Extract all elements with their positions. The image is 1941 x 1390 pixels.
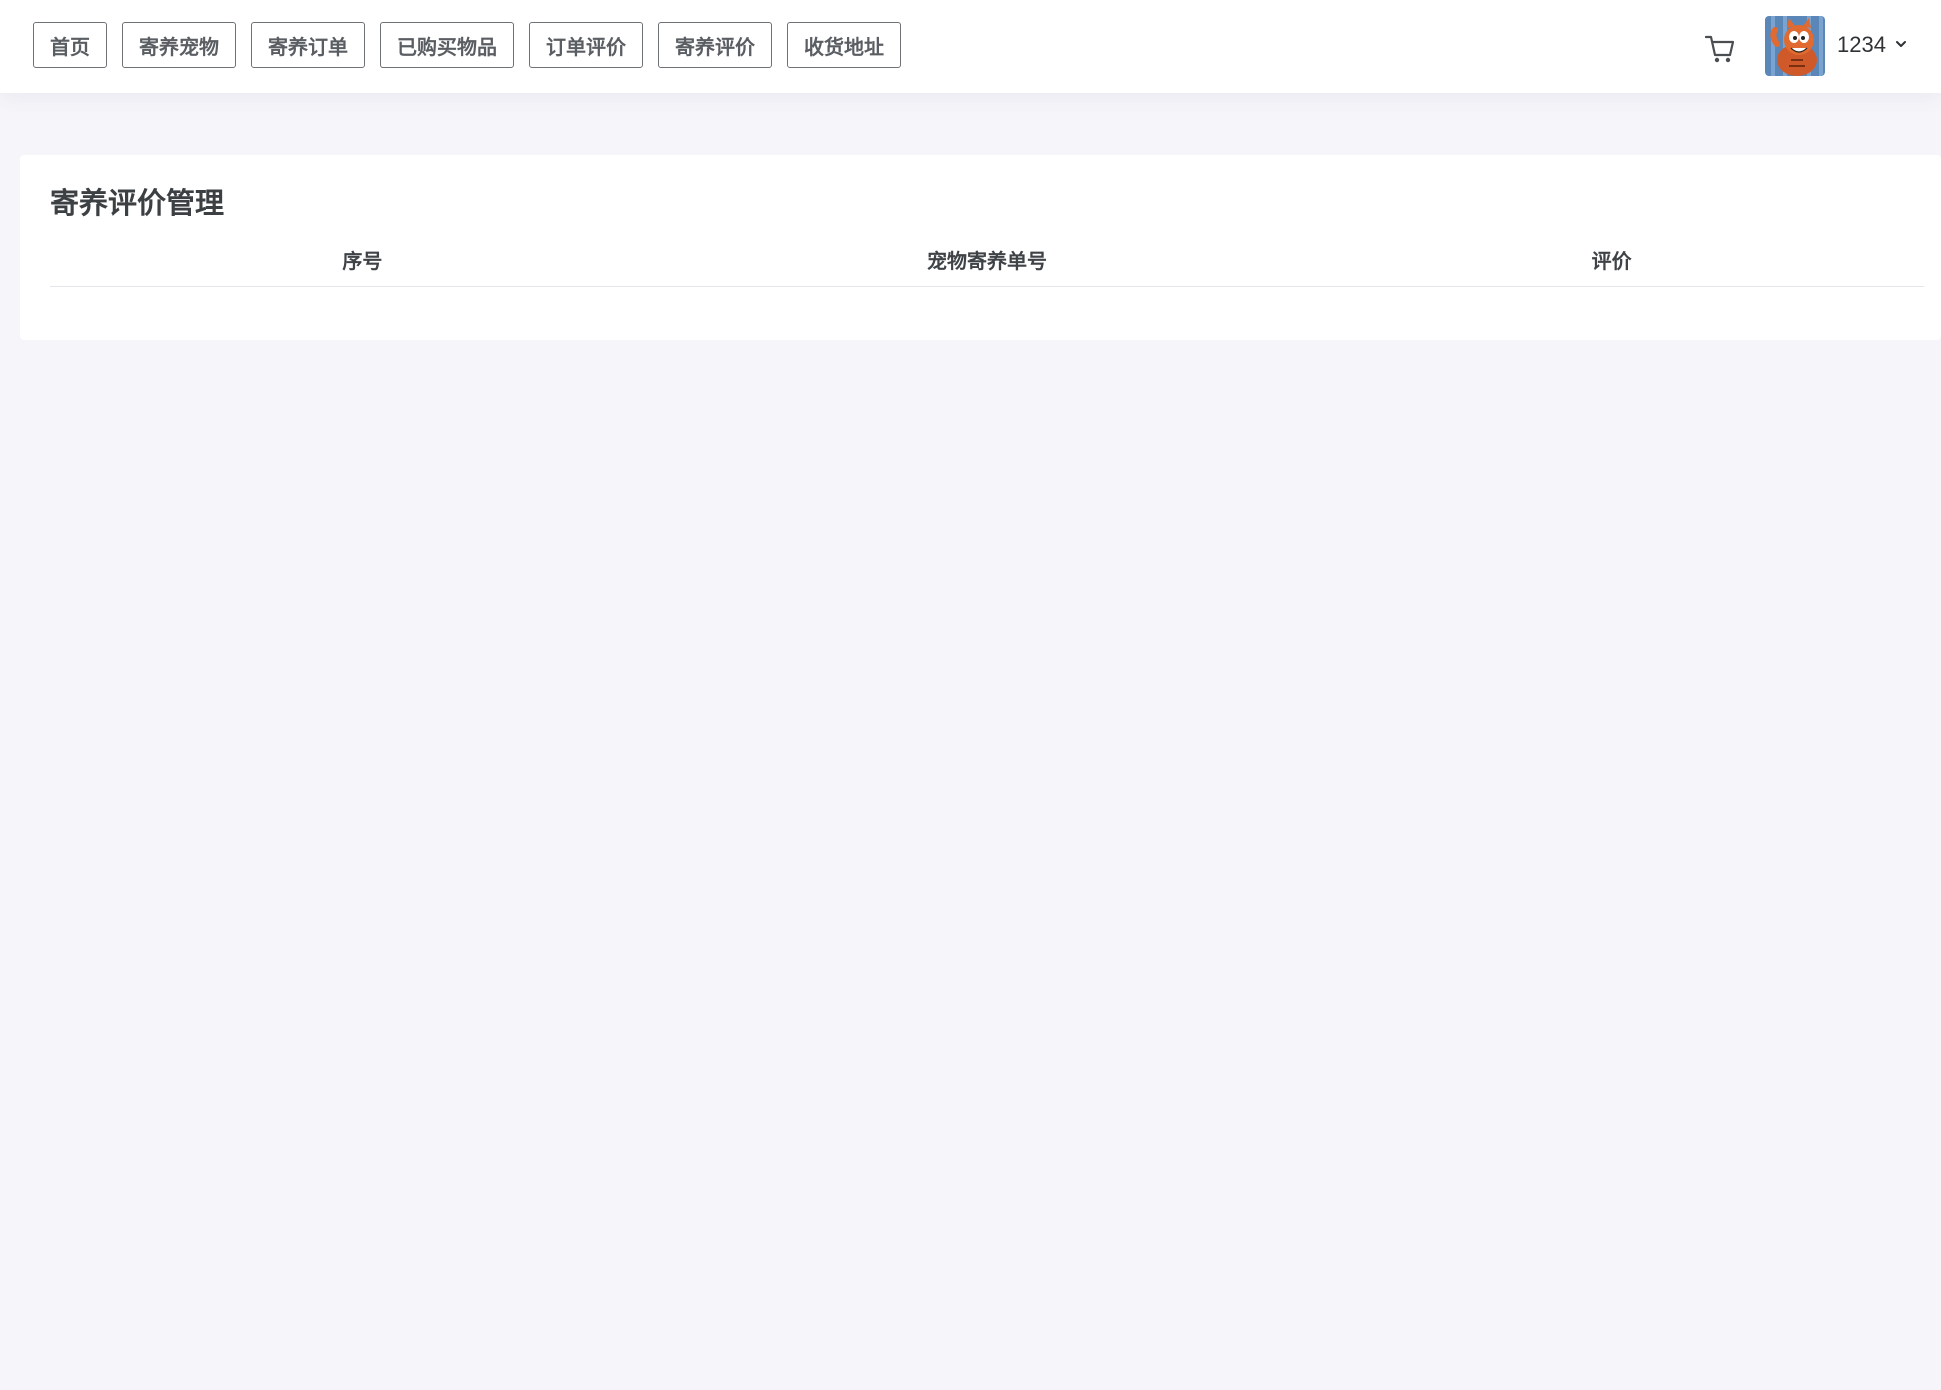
nav-purchased-items-button[interactable]: 已购买物品 xyxy=(380,22,514,68)
page-title: 寄养评价管理 xyxy=(50,186,225,220)
nav-shipping-address-button[interactable]: 收货地址 xyxy=(787,22,901,68)
nav-foster-reviews-button[interactable]: 寄养评价 xyxy=(658,22,772,68)
nav-foster-orders-button[interactable]: 寄养订单 xyxy=(251,22,365,68)
nav-order-reviews-button[interactable]: 订单评价 xyxy=(529,22,643,68)
user-menu[interactable]: 1234 xyxy=(1837,28,1908,62)
username: 1234 xyxy=(1837,32,1886,57)
user-avatar[interactable] xyxy=(1765,16,1825,76)
column-header-review: 评价 xyxy=(1591,249,1632,273)
column-header-foster-order-number: 宠物寄养单号 xyxy=(927,249,1047,273)
table-header: 序号 宠物寄养单号 评价 xyxy=(50,238,1924,287)
shopping-cart-icon[interactable] xyxy=(1703,31,1737,65)
foster-review-management-panel: 寄养评价管理 序号 宠物寄养单号 评价 xyxy=(20,155,1941,340)
main-nav: 首页 寄养宠物 寄养订单 已购买物品 订单评价 寄养评价 收货地址 xyxy=(33,22,901,68)
nav-home-button[interactable]: 首页 xyxy=(33,22,107,68)
top-navigation-bar: 首页 寄养宠物 寄养订单 已购买物品 订单评价 寄养评价 收货地址 1234 xyxy=(0,0,1941,93)
chevron-down-icon xyxy=(1894,36,1908,55)
column-header-index: 序号 xyxy=(342,249,383,273)
nav-foster-pets-button[interactable]: 寄养宠物 xyxy=(122,22,236,68)
cartoon-cat-avatar-icon xyxy=(1765,16,1825,76)
